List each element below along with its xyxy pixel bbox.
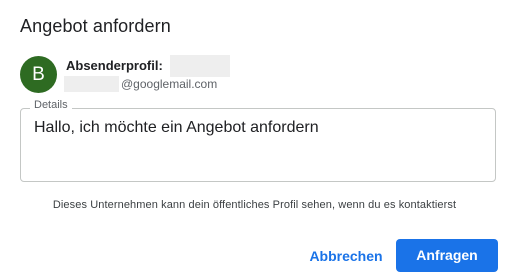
request-quote-dialog: Angebot anfordern B Absenderprofil: @goo… [0, 0, 509, 279]
privacy-notice: Dieses Unternehmen kann dein öffentliche… [52, 199, 457, 211]
redacted-email-user [64, 76, 119, 92]
details-textarea[interactable]: Hallo, ich möchte ein Angebot anfordern [34, 119, 484, 137]
sender-email-domain: @googlemail.com [121, 77, 218, 91]
dialog-title: Angebot anfordern [20, 16, 171, 36]
details-label: Details [30, 99, 72, 111]
submit-request-button[interactable]: Anfragen [396, 239, 498, 272]
avatar: B [20, 56, 57, 93]
sender-profile-label: Absenderprofil: [66, 58, 163, 73]
cancel-button[interactable]: Abbrechen [306, 240, 386, 272]
redacted-sender-name [170, 55, 230, 77]
